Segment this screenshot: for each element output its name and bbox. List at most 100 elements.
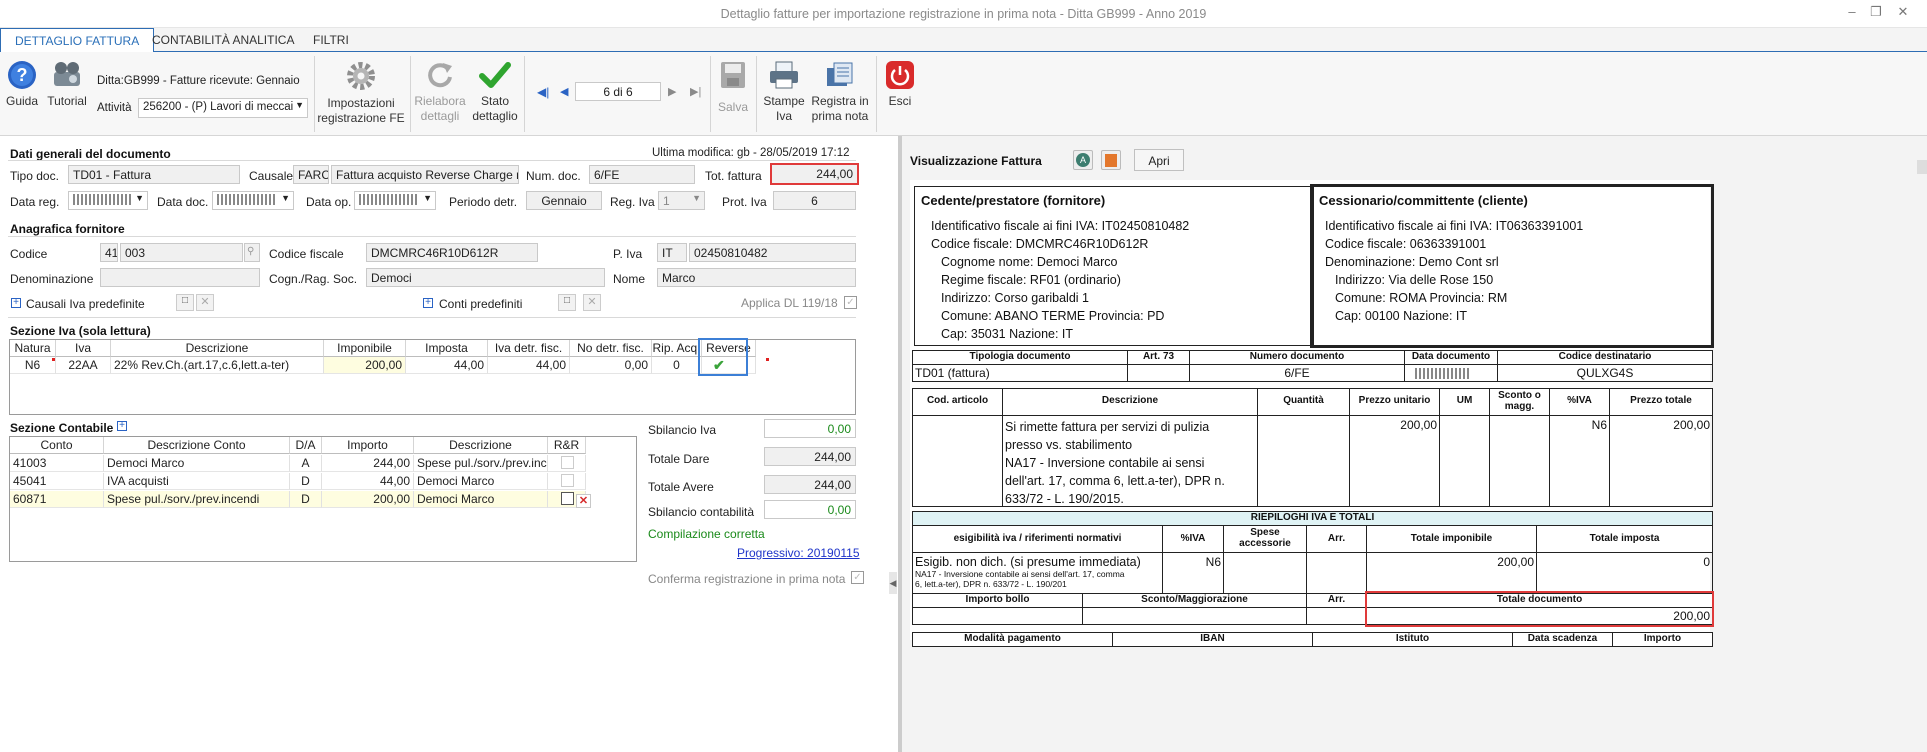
esci-button[interactable]: Esci — [880, 60, 920, 109]
collapse-panel-icon[interactable]: ◀ — [889, 572, 897, 594]
progressivo-link[interactable]: Progressivo: 20190115 — [737, 546, 860, 560]
cell-descrizione[interactable]: Spese pul./sorv./prev.inc — [414, 455, 548, 472]
first-record-icon[interactable]: ◀​| — [537, 85, 549, 99]
expand-icon[interactable]: + — [117, 421, 127, 431]
last-record-icon[interactable]: ▶| — [690, 85, 701, 98]
reverse-check-icon[interactable]: ✔ — [713, 357, 725, 374]
cell-descrizione-conto[interactable]: Spese pul./sorv./prev.incendi — [104, 491, 290, 508]
pdf-view-icon[interactable]: A — [1073, 150, 1093, 170]
denominazione-field[interactable] — [100, 268, 260, 287]
causale-desc-field[interactable]: Fattura acquisto Reverse Charge n. — [331, 165, 519, 184]
periodo-detr-field[interactable]: Gennaio — [526, 191, 602, 210]
apri-button[interactable]: Apri — [1134, 149, 1184, 171]
tutorial-button[interactable]: Tutorial — [44, 60, 90, 109]
num-doc-field[interactable]: 6/FE — [589, 165, 695, 184]
applica-dl-checkbox[interactable]: ✓ — [844, 296, 857, 309]
piva-field[interactable]: 02450810482 — [689, 243, 856, 262]
rielabora-button[interactable]: Rielabora dettagli — [412, 60, 468, 124]
conferma-checkbox[interactable]: ✓ — [851, 571, 864, 584]
conti-predefiniti-label[interactable]: Conti predefiniti — [439, 297, 522, 311]
codice-fiscale-field[interactable]: DMCMRC46R10D612R — [366, 243, 538, 262]
data-op-field[interactable]: ▼ — [354, 191, 436, 210]
cell-rip-acq[interactable]: 0 — [652, 357, 702, 374]
data-reg-field[interactable]: ▼ — [68, 191, 148, 210]
impostazioni-button[interactable]: Impostazioni registrazione FE — [316, 60, 406, 126]
expand-icon[interactable]: + — [423, 298, 433, 308]
tipo-doc-field[interactable]: TD01 - Fattura — [68, 165, 240, 184]
cell-imposta[interactable]: 44,00 — [406, 357, 488, 374]
causali-iva-label[interactable]: Causali Iva predefinite — [26, 297, 145, 311]
td-codice-dest: QULXG4S — [1497, 364, 1713, 382]
prev-record-icon[interactable]: ◀ — [560, 85, 568, 98]
cell-descrizione[interactable]: 22% Rev.Ch.(art.17,c.6,lett.a-ter) — [111, 357, 324, 374]
rr-checkbox[interactable] — [561, 474, 574, 487]
prot-iva-label: Prot. Iva — [722, 195, 767, 209]
tab-dettaglio-fattura[interactable]: DETTAGLIO FATTURA — [0, 28, 155, 53]
cell-da[interactable]: D — [290, 491, 322, 508]
sbilancio-contabilita-value: 0,00 — [764, 500, 856, 519]
cell-da[interactable]: D — [290, 473, 322, 490]
stampe-iva-button[interactable]: Stampe Iva — [758, 60, 810, 124]
delete-icon[interactable]: ✕ — [583, 294, 601, 311]
piva-country-field[interactable]: IT — [657, 243, 687, 262]
cell-descrizione[interactable]: Democi Marco — [414, 473, 548, 490]
record-navigator[interactable]: 6 di 6 — [575, 82, 661, 101]
cell-da[interactable]: A — [290, 455, 322, 472]
cell-imponibile[interactable]: 200,00 — [324, 357, 406, 374]
cell-conto[interactable]: 41003 — [10, 455, 104, 472]
cell-conto[interactable]: 60871 — [10, 491, 104, 508]
cell-importo[interactable]: 244,00 — [322, 455, 414, 472]
cedente-line: Indirizzo: Corso garibaldi 1 — [941, 291, 1089, 305]
attivita-select[interactable]: 256200 - (P) Lavori di meccai ▼ — [138, 98, 308, 118]
cogn-field[interactable]: Democi — [366, 268, 605, 287]
tab-contabilita-analitica[interactable]: CONTABILITÀ ANALITICA — [138, 28, 308, 52]
rr-checkbox[interactable] — [561, 492, 574, 505]
scrollbar-thumb[interactable] — [1917, 160, 1927, 174]
delete-row-icon[interactable]: ✕ — [576, 494, 591, 508]
cell-importo[interactable]: 44,00 — [322, 473, 414, 490]
checkmark-icon — [479, 62, 511, 88]
cell-iva[interactable]: 22AA — [56, 357, 111, 374]
sezione-contabile-title: Sezione Contabile — [10, 421, 114, 435]
cell-no-detr[interactable]: 0,00 — [570, 357, 652, 374]
cell-descrizione[interactable]: Democi Marco — [414, 491, 548, 508]
delete-icon[interactable]: ✕ — [196, 294, 214, 311]
new-document-icon[interactable]: □ — [176, 294, 194, 311]
nome-field[interactable]: Marco — [657, 268, 856, 287]
rr-checkbox[interactable] — [561, 456, 574, 469]
restore-icon[interactable]: ❐ — [1866, 4, 1886, 22]
cessionario-line: Denominazione: Demo Cont srl — [1325, 255, 1499, 269]
expand-icon[interactable]: + — [11, 298, 21, 308]
stato-dettaglio-button[interactable]: Stato dettaglio — [470, 60, 520, 124]
cell-natura[interactable]: N6 — [10, 357, 56, 374]
causale-code-field[interactable]: FARC — [293, 165, 329, 184]
search-icon[interactable]: ⚲ — [244, 243, 260, 262]
minimize-icon[interactable]: – — [1842, 4, 1862, 22]
codice-a-field[interactable]: 41 — [100, 243, 118, 262]
tot-fattura-field[interactable]: 244,00 — [770, 163, 859, 185]
next-record-icon[interactable]: ▶ — [668, 85, 676, 98]
cell-conto[interactable]: 45041 — [10, 473, 104, 490]
prot-iva-field[interactable]: 6 — [773, 191, 856, 210]
tab-filtri[interactable]: FILTRI — [299, 28, 363, 52]
cell-rr[interactable] — [548, 455, 586, 472]
refresh-icon — [428, 63, 452, 88]
close-icon[interactable]: ✕ — [1893, 4, 1913, 22]
col-iva: Iva — [56, 340, 111, 357]
cell-importo[interactable]: 200,00 — [322, 491, 414, 508]
data-doc-field[interactable]: ▼ — [212, 191, 294, 210]
cell-descrizione-conto[interactable]: IVA acquisti — [104, 473, 290, 490]
codice-b-field[interactable]: 003 — [120, 243, 243, 262]
new-document-icon[interactable]: □ — [558, 294, 576, 311]
cell-iva-detr[interactable]: 44,00 — [488, 357, 570, 374]
col-rr: R&R — [548, 437, 586, 454]
xml-view-icon[interactable] — [1101, 150, 1121, 170]
col-da: D/A — [290, 437, 322, 454]
cell-rr[interactable] — [548, 473, 586, 490]
registra-prima-nota-button[interactable]: Registra in prima nota — [808, 60, 872, 124]
reg-iva-select[interactable]: 1 ▼ — [658, 191, 705, 210]
guida-button[interactable]: ? Guida — [3, 60, 41, 109]
cell-descrizione-conto[interactable]: Democi Marco — [104, 455, 290, 472]
salva-button[interactable]: Salva — [712, 60, 754, 115]
separator — [756, 56, 757, 132]
